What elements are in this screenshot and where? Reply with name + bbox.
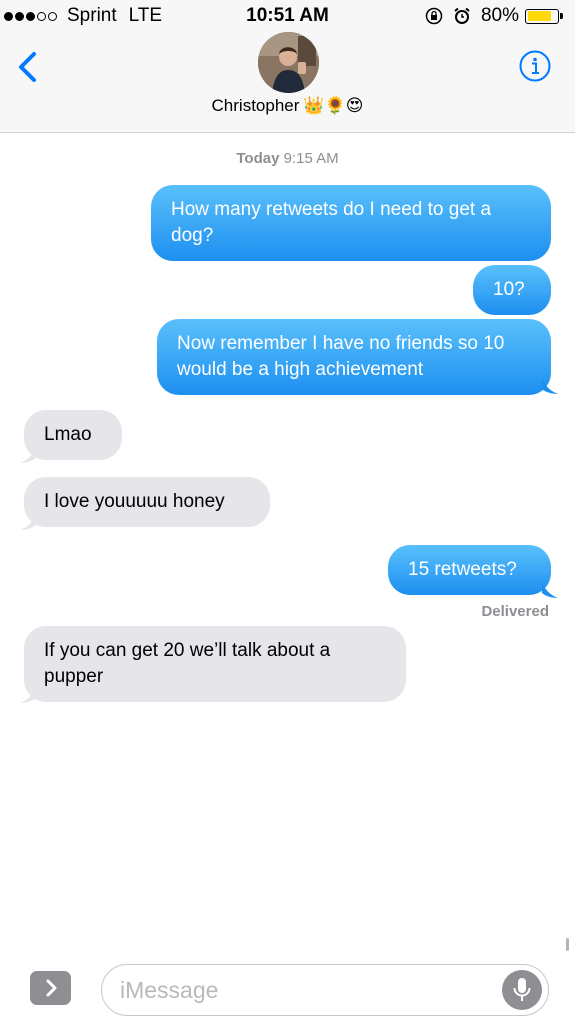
message-bubble-outgoing[interactable]: 15 retweets? xyxy=(388,545,551,595)
bubble-tail xyxy=(542,377,558,394)
message-text: If you can get 20 we’ll talk about a pup… xyxy=(44,640,331,687)
info-icon xyxy=(519,50,551,82)
message-bubble-outgoing[interactable]: Now remember I have no friends so 10 wou… xyxy=(157,319,551,395)
timestamp-day: Today xyxy=(236,150,280,167)
status-right: 80% xyxy=(425,5,563,27)
contact-name-button[interactable]: Christopher 👑🌻😍 xyxy=(0,96,575,116)
microphone-icon xyxy=(513,978,531,1001)
back-button[interactable] xyxy=(12,50,46,84)
battery-icon xyxy=(525,8,563,24)
message-bubble-incoming[interactable]: If you can get 20 we’ll talk about a pup… xyxy=(24,626,406,702)
microphone-button[interactable] xyxy=(502,970,542,1010)
alarm-icon xyxy=(453,7,471,25)
message-text: Lmao xyxy=(44,424,92,445)
status-bar: Sprint LTE 10:51 AM 80% xyxy=(0,0,575,34)
bubble-tail xyxy=(20,513,36,530)
message-bubble-incoming[interactable]: Lmao xyxy=(24,410,122,460)
bubble-tail xyxy=(20,686,36,703)
message-text: How many retweets do I need to get a dog… xyxy=(171,199,492,246)
thread-timestamp: Today 9:15 AM xyxy=(0,150,575,167)
battery-percent: 80% xyxy=(480,5,519,26)
orientation-lock-icon xyxy=(425,7,443,25)
message-bubble-outgoing[interactable]: 10? xyxy=(473,265,551,315)
apps-button[interactable] xyxy=(30,971,71,1005)
message-bubble-outgoing[interactable]: How many retweets do I need to get a dog… xyxy=(151,185,551,261)
contact-emoji: 👑🌻😍 xyxy=(303,96,364,115)
message-text: I love youuuuu honey xyxy=(44,491,225,512)
timestamp-time: 9:15 AM xyxy=(283,150,339,167)
message-text: Now remember I have no friends so 10 wou… xyxy=(177,333,505,380)
info-button[interactable] xyxy=(519,50,551,82)
contact-name: Christopher xyxy=(211,96,300,115)
message-bubble-incoming[interactable]: I love youuuuu honey xyxy=(24,477,270,527)
chevron-right-icon xyxy=(46,979,56,997)
chevron-left-icon xyxy=(19,52,36,82)
bubble-tail xyxy=(20,446,36,463)
message-text: 15 retweets? xyxy=(408,559,517,580)
bubble-tail xyxy=(542,581,558,598)
conversation-header: Christopher 👑🌻😍 xyxy=(0,32,575,133)
scroll-indicator xyxy=(566,938,569,951)
message-text: 10? xyxy=(493,279,525,300)
delivered-status: Delivered xyxy=(481,603,549,620)
imessage-input[interactable] xyxy=(101,964,549,1016)
avatar[interactable] xyxy=(258,32,319,93)
